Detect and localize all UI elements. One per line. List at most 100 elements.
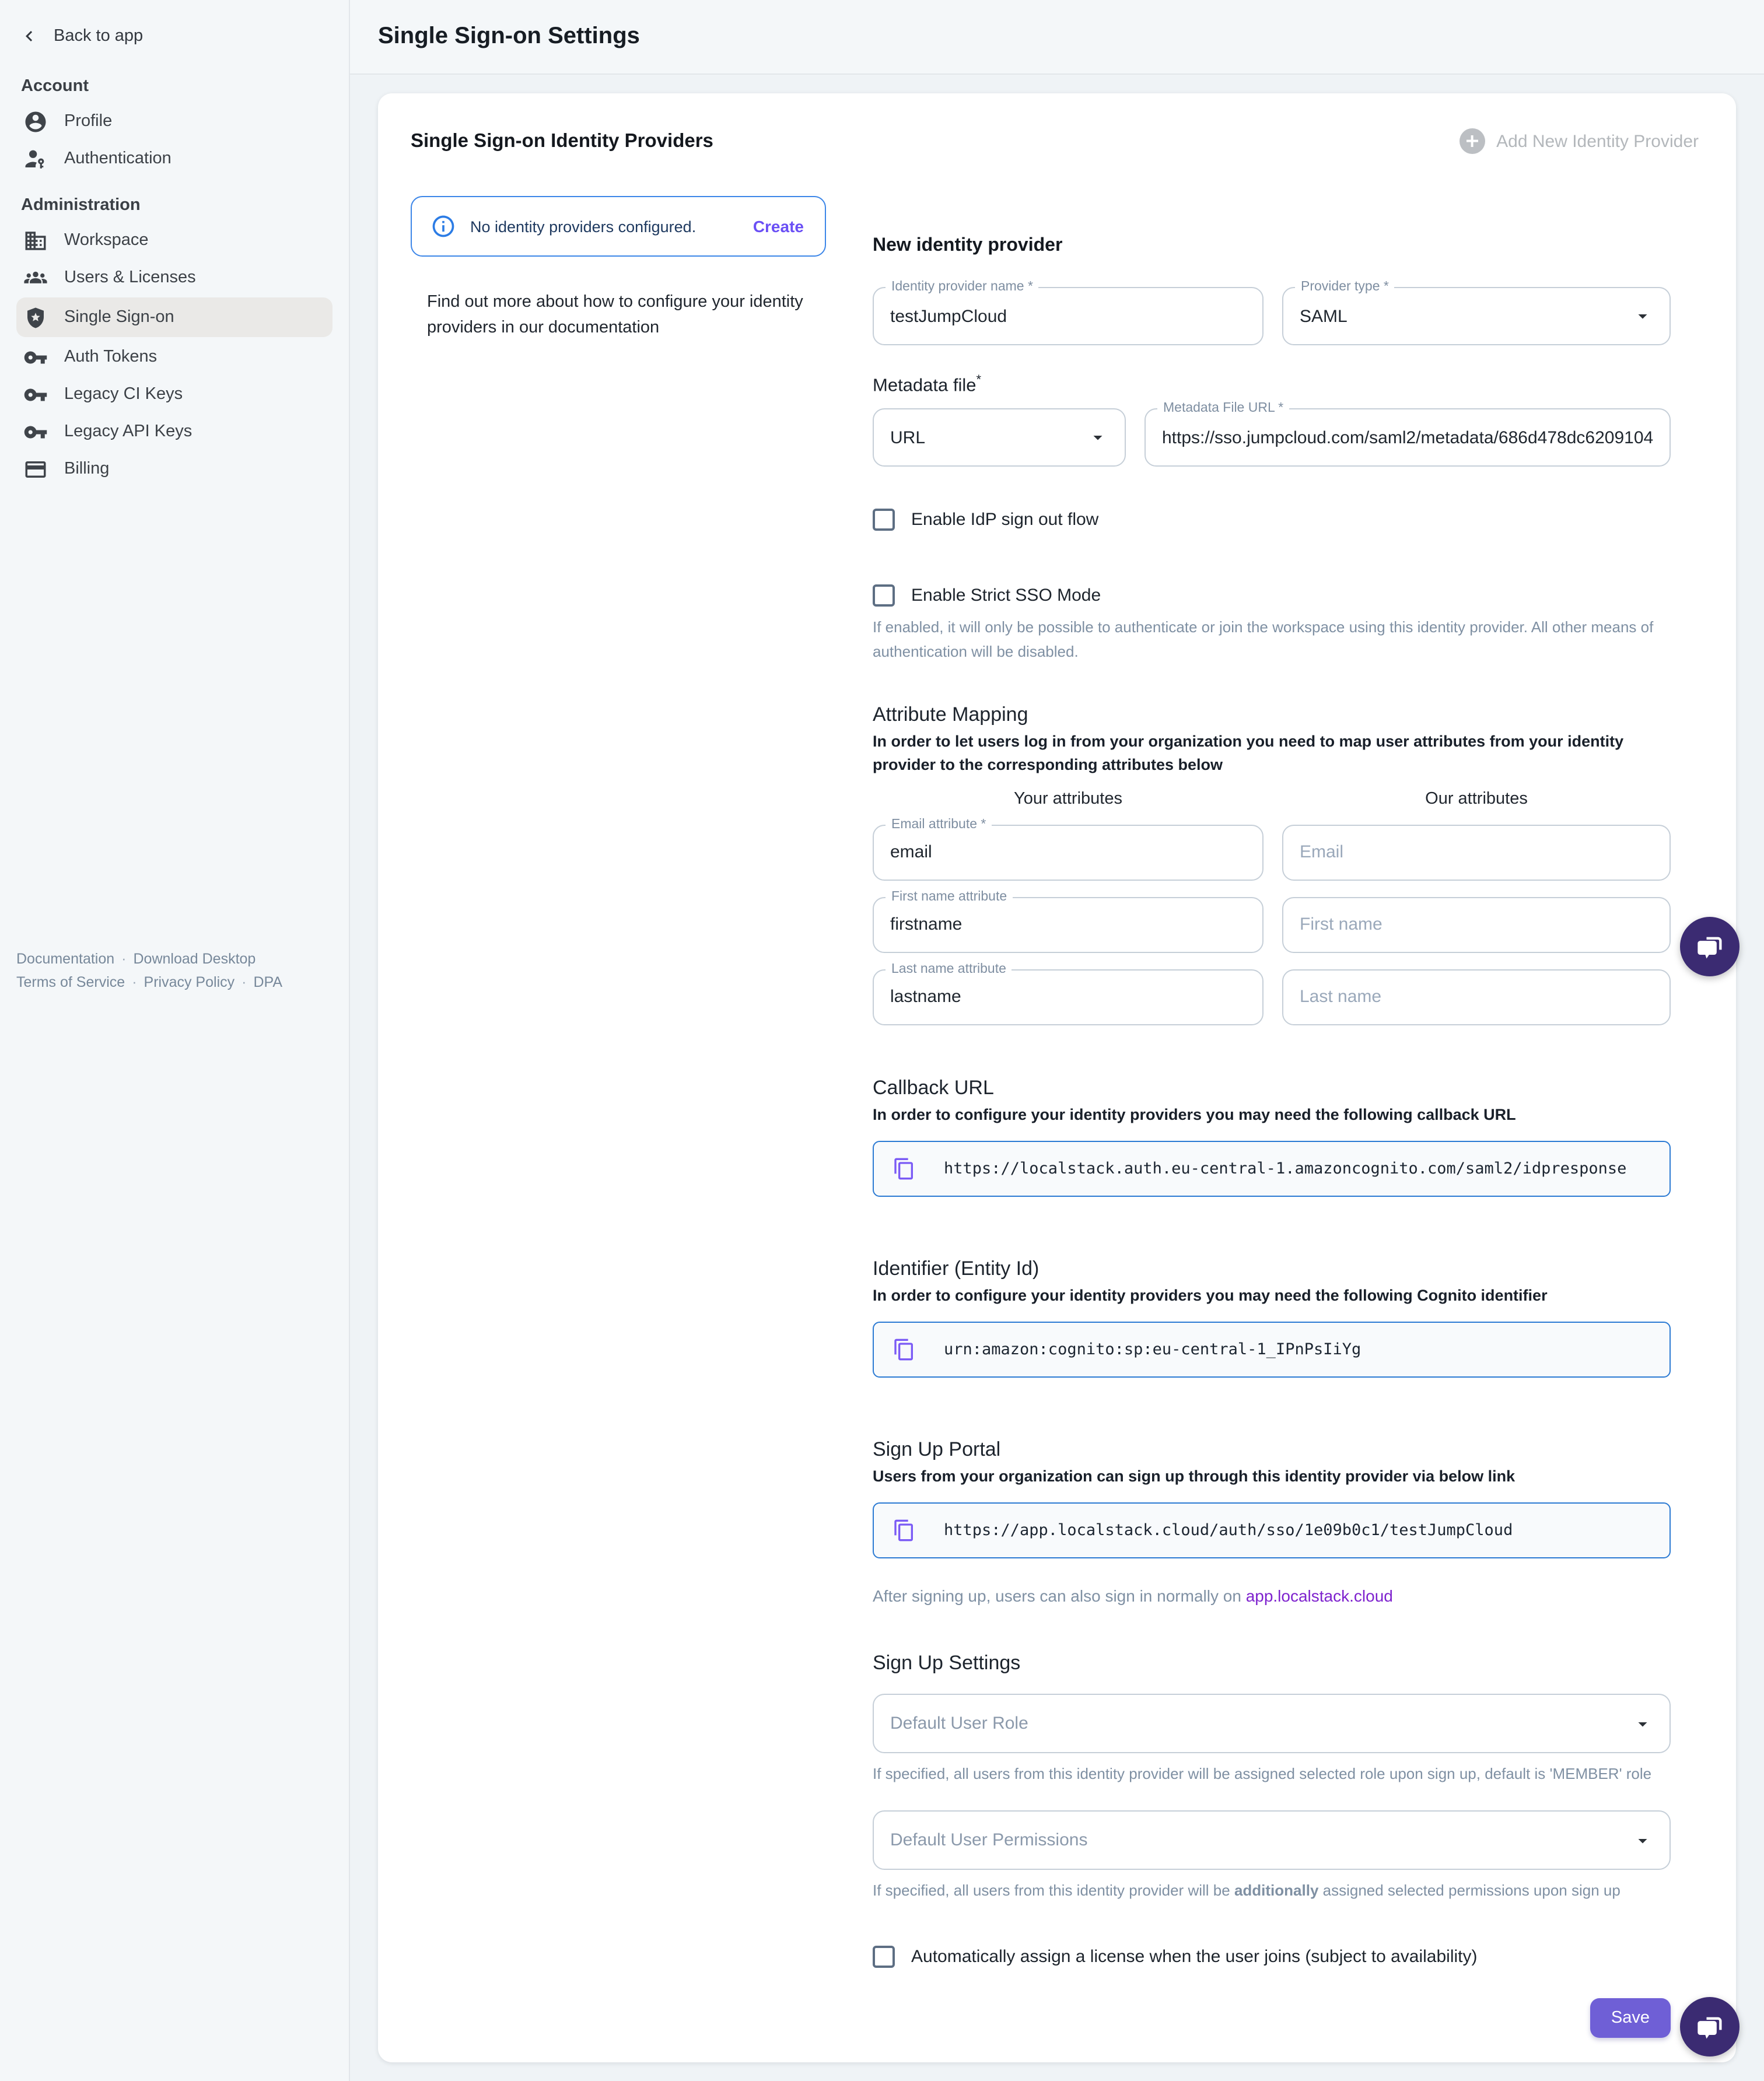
email-our-field[interactable] xyxy=(1282,824,1671,880)
dpa-link[interactable]: DPA xyxy=(253,974,282,990)
copy-icon[interactable] xyxy=(892,1157,916,1180)
firstname-attribute-row: First name attribute xyxy=(873,896,1671,952)
app-localstack-cloud-link[interactable]: app.localstack.cloud xyxy=(1246,1587,1393,1606)
chat-bubbles-icon xyxy=(1695,931,1725,962)
callback-url-heading: Callback URL xyxy=(873,1076,1671,1099)
callback-url-box: https://localstack.auth.eu-central-1.ama… xyxy=(873,1141,1671,1197)
plus-circle-icon xyxy=(1459,128,1485,154)
signup-portal-value: https://app.localstack.cloud/auth/sso/1e… xyxy=(944,1522,1513,1540)
documentation-link[interactable]: Documentation xyxy=(16,951,114,967)
separator: · xyxy=(132,974,136,990)
sidebar-section-account: Account xyxy=(0,58,349,103)
separator: · xyxy=(121,951,126,967)
default-user-permissions-select[interactable]: Default User Permissions xyxy=(873,1810,1671,1870)
copy-icon[interactable] xyxy=(892,1338,916,1361)
lastname-attribute-row: Last name attribute xyxy=(873,969,1671,1025)
sso-card: Single Sign-on Identity Providers Add Ne… xyxy=(378,93,1736,2062)
create-link[interactable]: Create xyxy=(753,217,804,236)
lastname-attribute-input[interactable] xyxy=(890,987,1246,1007)
sidebar-item-label: Users & Licenses xyxy=(64,268,196,287)
firstname-attribute-label: First name attribute xyxy=(886,889,1013,903)
copy-icon[interactable] xyxy=(892,1519,916,1543)
firstname-our-field[interactable] xyxy=(1282,896,1671,952)
sidebar-item-label: Workspace xyxy=(64,231,149,250)
alert-text: No identity providers configured. xyxy=(470,218,739,235)
sidebar-section-administration: Administration xyxy=(0,177,349,222)
chat-widget-button[interactable] xyxy=(1680,1997,1740,2057)
default-user-permissions-helper: If specified, all users from this identi… xyxy=(873,1879,1671,1903)
sidebar-item-label: Legacy CI Keys xyxy=(64,385,183,404)
back-to-app-label: Back to app xyxy=(54,27,143,45)
auto-license-checkbox[interactable] xyxy=(873,1945,895,1967)
key-icon xyxy=(23,382,48,407)
people-group-icon xyxy=(23,265,48,290)
email-attribute-field[interactable]: Email attribute * xyxy=(873,824,1264,880)
identity-provider-name-input[interactable] xyxy=(890,306,1246,326)
default-user-role-select[interactable]: Default User Role xyxy=(873,1694,1671,1754)
callback-url-value: https://localstack.auth.eu-central-1.ama… xyxy=(944,1159,1626,1178)
callback-url-description: In order to configure your identity prov… xyxy=(873,1103,1671,1127)
lastname-our-field[interactable] xyxy=(1282,969,1671,1025)
sidebar-item-label: Auth Tokens xyxy=(64,348,157,366)
your-attributes-header: Your attributes xyxy=(873,789,1264,808)
idp-signout-label: Enable IdP sign out flow xyxy=(911,510,1098,530)
signup-note: After signing up, users can also sign in… xyxy=(873,1587,1671,1606)
privacy-link[interactable]: Privacy Policy xyxy=(144,974,235,990)
chat-bubbles-icon xyxy=(1695,2012,1725,2042)
identifier-value: urn:amazon:cognito:sp:eu-central-1_IPnPs… xyxy=(944,1340,1361,1359)
sidebar-item-users-licenses[interactable]: Users & Licenses xyxy=(0,259,349,296)
firstname-our-input[interactable] xyxy=(1300,915,1653,934)
our-attributes-header: Our attributes xyxy=(1282,789,1671,808)
sidebar-item-label: Profile xyxy=(64,112,112,131)
lastname-attribute-field[interactable]: Last name attribute xyxy=(873,969,1264,1025)
sidebar-item-legacy-ci-keys[interactable]: Legacy CI Keys xyxy=(0,376,349,413)
add-new-identity-provider-button[interactable]: Add New Identity Provider xyxy=(1459,128,1703,154)
providers-list-column: No identity providers configured. Create… xyxy=(411,196,826,2037)
sidebar-item-profile[interactable]: Profile xyxy=(0,103,349,140)
metadata-file-url-input[interactable] xyxy=(1162,428,1653,447)
shield-star-icon xyxy=(23,305,48,330)
lastname-our-input[interactable] xyxy=(1300,987,1653,1007)
strict-sso-checkbox[interactable] xyxy=(873,584,895,607)
identity-provider-name-field[interactable]: Identity provider name * xyxy=(873,287,1264,345)
sidebar-item-workspace[interactable]: Workspace xyxy=(0,222,349,259)
download-desktop-link[interactable]: Download Desktop xyxy=(134,951,256,967)
back-to-app-button[interactable]: Back to app xyxy=(0,0,349,58)
sidebar-item-authentication[interactable]: Authentication xyxy=(0,140,349,177)
sidebar-item-billing[interactable]: Billing xyxy=(0,450,349,488)
sidebar-item-label: Legacy API Keys xyxy=(64,422,192,441)
key-icon xyxy=(23,345,48,369)
card-heading: Single Sign-on Identity Providers xyxy=(411,130,713,152)
sidebar-item-auth-tokens[interactable]: Auth Tokens xyxy=(0,338,349,376)
signup-portal-heading: Sign Up Portal xyxy=(873,1438,1671,1462)
save-button[interactable]: Save xyxy=(1590,1998,1671,2037)
metadata-file-url-label: Metadata File URL * xyxy=(1157,401,1289,415)
metadata-file-url-field[interactable]: Metadata File URL * xyxy=(1144,408,1671,467)
email-attribute-input[interactable] xyxy=(890,842,1246,862)
provider-type-label: Provider type * xyxy=(1295,280,1395,294)
required-asterisk: * xyxy=(977,373,982,387)
metadata-source-select[interactable]: URL xyxy=(873,408,1126,467)
no-providers-alert: No identity providers configured. Create xyxy=(411,196,826,257)
chat-widget-button[interactable] xyxy=(1680,917,1740,976)
person-key-icon xyxy=(23,146,48,171)
sidebar-item-single-sign-on[interactable]: Single Sign-on xyxy=(16,297,332,337)
attribute-mapping-description: In order to let users log in from your o… xyxy=(873,730,1671,777)
terms-link[interactable]: Terms of Service xyxy=(16,974,125,990)
idp-signout-checkbox[interactable] xyxy=(873,509,895,531)
chevron-left-icon xyxy=(19,26,40,47)
identity-provider-name-label: Identity provider name * xyxy=(886,280,1039,294)
chevron-down-icon xyxy=(1632,306,1653,327)
building-icon xyxy=(23,228,48,253)
default-user-permissions-placeholder: Default User Permissions xyxy=(890,1830,1632,1850)
firstname-attribute-input[interactable] xyxy=(890,915,1246,934)
chevron-down-icon xyxy=(1087,427,1108,448)
credit-card-icon xyxy=(23,457,48,481)
email-attribute-row: Email attribute * xyxy=(873,824,1671,880)
sidebar-item-legacy-api-keys[interactable]: Legacy API Keys xyxy=(0,413,349,450)
chevron-down-icon xyxy=(1632,1714,1653,1735)
email-our-input[interactable] xyxy=(1300,842,1653,862)
provider-type-select[interactable]: Provider type * SAML xyxy=(1282,287,1671,345)
firstname-attribute-field[interactable]: First name attribute xyxy=(873,896,1264,952)
signup-portal-box: https://app.localstack.cloud/auth/sso/1e… xyxy=(873,1503,1671,1559)
